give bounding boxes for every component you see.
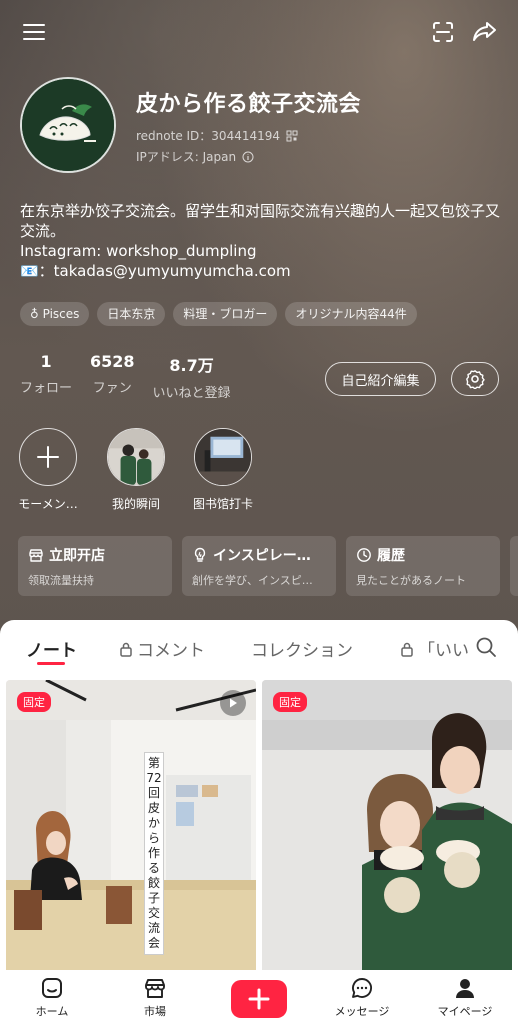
moment-label: 我的瞬间 — [111, 497, 160, 511]
qr-code-icon[interactable] — [286, 130, 298, 142]
bio: 在东京举办饺子交流会。留学生和对国际交流有兴趣的人一起又包饺子又 交流。 Ins… — [20, 201, 504, 281]
top-bar — [0, 14, 518, 50]
card-inspiration[interactable]: インスピレー… 創作を学び、インスピ… — [182, 536, 336, 596]
edit-profile-button[interactable]: 自己紹介編集 — [325, 362, 436, 396]
scan-icon[interactable] — [425, 14, 461, 50]
nav-market[interactable]: 市場 — [115, 976, 195, 1019]
tab-label: ノート — [26, 641, 77, 661]
tab-label: 「いい — [418, 641, 469, 661]
settings-button[interactable] — [451, 362, 499, 396]
card-subtitle: 見たことがあるノート — [356, 574, 466, 587]
tab-likes[interactable]: 「いい — [400, 636, 469, 661]
note-card[interactable]: 固定 — [262, 680, 512, 975]
home-icon — [42, 978, 62, 998]
play-icon[interactable] — [220, 690, 246, 716]
tab-collections[interactable]: コレクション — [251, 636, 353, 661]
pinned-badge: 固定 — [17, 692, 51, 712]
feature-cards: 立即开店 领取流量扶持 インスピレー… 創作を学び、インスピ… 履歴 見たことが… — [18, 536, 518, 596]
tab-label: コメント — [137, 641, 205, 661]
plus-icon — [37, 446, 59, 468]
tag-zodiac: ♁ Pisces — [20, 302, 90, 326]
stat-likes[interactable]: 8.7万 いいねと登録 — [153, 352, 231, 401]
person-icon — [456, 979, 474, 998]
moment-add[interactable]: モーメン… — [2, 428, 94, 512]
message-icon — [352, 978, 373, 998]
ip-location: IPアドレス: Japan — [136, 148, 254, 165]
profile-stats: 1 フォロー 6528 ファン 8.7万 いいねと登録 — [20, 352, 249, 401]
clock-icon — [357, 548, 371, 562]
card-title: 立即开店 — [49, 548, 105, 564]
nav-messages[interactable]: メッセージ — [322, 976, 402, 1019]
stat-value: 8.7万 — [169, 356, 214, 375]
moment-thumbnail[interactable] — [107, 428, 165, 486]
profile-tabs: ノート コメント コレクション 「いい — [0, 620, 518, 676]
profile-name: 皮から作る餃子交流会 — [136, 92, 362, 117]
store-icon — [29, 549, 43, 562]
add-moment-circle[interactable] — [19, 428, 77, 486]
stat-fans[interactable]: 6528 ファン — [90, 352, 135, 401]
lightbulb-icon — [194, 547, 206, 562]
bio-email: 📧：takadas@yumyumyumcha.com — [20, 262, 291, 280]
rednote-id-text: rednote ID：304414194 — [136, 129, 281, 143]
profile-tags: ♁ Pisces 日本东京 料理・ブロガー オリジナル内容44件 — [20, 302, 417, 326]
card-open-store[interactable]: 立即开店 领取流量扶持 — [18, 536, 172, 596]
note-cover-image — [6, 680, 256, 975]
stat-label: ファン — [92, 381, 132, 396]
tab-label: コレクション — [251, 641, 353, 661]
card-partial[interactable] — [510, 536, 518, 596]
stat-value: 6528 — [90, 352, 135, 371]
content-sheet: ノート コメント コレクション 「いい 固定 第72回皮から作る餃子交流会 固定 — [0, 620, 518, 1024]
rednote-id[interactable]: rednote ID：304414194 — [136, 127, 298, 144]
stat-value: 1 — [40, 352, 52, 371]
tab-comments[interactable]: コメント — [119, 636, 205, 661]
tab-notes[interactable]: ノート — [26, 636, 77, 661]
bio-line: 在东京举办饺子交流会。留学生和对国际交流有兴趣的人一起又包饺子又 — [20, 202, 501, 220]
profile-header: 皮から作る餃子交流会 rednote ID：304414194 IPアドレス: … — [0, 0, 518, 650]
gear-icon — [466, 370, 485, 389]
nav-label: メッセージ — [334, 1005, 390, 1018]
stat-label: フォロー — [20, 381, 73, 396]
nav-my-page[interactable]: マイページ — [425, 976, 505, 1019]
lock-icon — [401, 642, 413, 657]
nav-home[interactable]: ホーム — [12, 976, 92, 1019]
info-icon[interactable] — [242, 151, 254, 163]
moment-label: モーメン… — [18, 497, 78, 511]
bio-instagram: Instagram: workshop_dumpling — [20, 242, 257, 260]
note-card[interactable]: 固定 第72回皮から作る餃子交流会 — [6, 680, 256, 975]
nav-label: マイページ — [437, 1005, 493, 1018]
moment-label: 图书馆打卡 — [192, 497, 253, 511]
ip-location-text: IPアドレス: Japan — [136, 150, 237, 164]
card-title: 履歴 — [377, 548, 405, 564]
lock-icon — [120, 642, 132, 657]
note-cover-image — [262, 680, 512, 975]
bottom-nav: ホーム 市場 メッセージ マイページ — [0, 970, 518, 1024]
tag-location: 日本东京 — [97, 302, 166, 326]
moments-row: モーメン… 我的瞬间 图书馆打卡 — [0, 428, 518, 518]
bio-line: 交流。 — [20, 222, 66, 240]
plus-icon — [248, 988, 270, 1010]
menu-icon[interactable] — [16, 14, 52, 50]
card-subtitle: 领取流量扶持 — [28, 574, 94, 587]
card-subtitle: 創作を学び、インスピ… — [192, 574, 313, 587]
tag-original-count[interactable]: オリジナル内容44件 — [285, 302, 417, 326]
avatar[interactable] — [20, 77, 116, 173]
moment-item[interactable]: 我的瞬间 — [90, 428, 182, 512]
stat-following[interactable]: 1 フォロー — [20, 352, 72, 401]
card-title: インスピレー… — [213, 548, 311, 564]
nav-label: ホーム — [35, 1005, 69, 1018]
share-icon[interactable] — [467, 14, 503, 50]
pinned-badge: 固定 — [273, 692, 307, 712]
create-post-button[interactable] — [231, 980, 287, 1018]
note-overlay-title: 第72回皮から作る餃子交流会 — [144, 752, 164, 955]
active-tab-indicator — [37, 662, 65, 665]
moment-thumbnail[interactable] — [194, 428, 252, 486]
store-icon — [145, 979, 165, 998]
moment-item[interactable]: 图书馆打卡 — [177, 428, 269, 512]
search-icon[interactable] — [475, 636, 497, 662]
nav-label: 市場 — [144, 1005, 166, 1018]
card-history[interactable]: 履歴 見たことがあるノート — [346, 536, 500, 596]
tag-category: 料理・ブロガー — [173, 302, 278, 326]
stat-label: いいねと登録 — [152, 386, 231, 401]
